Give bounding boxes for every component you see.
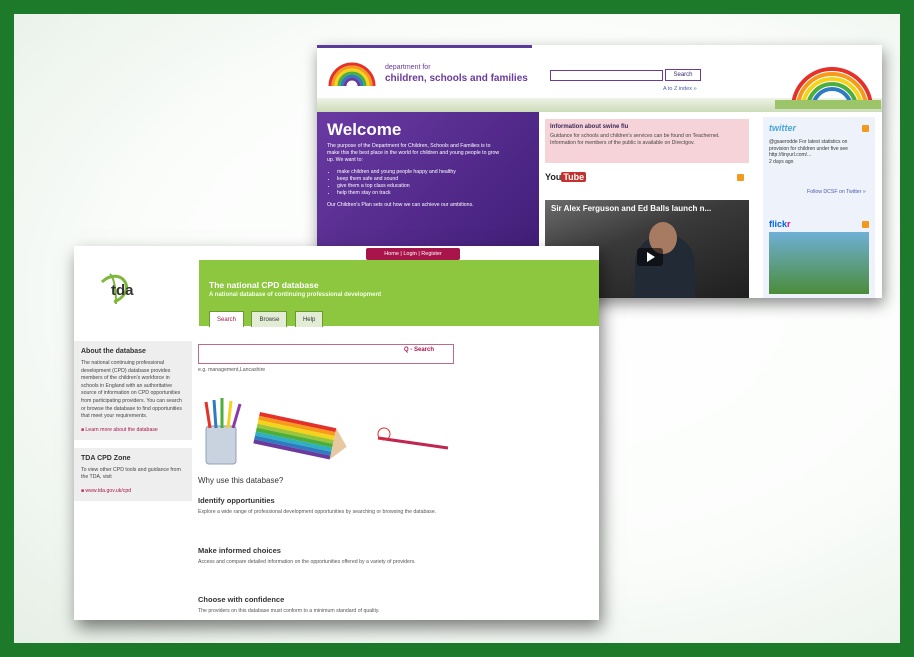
colouring-pencils-illustration-icon	[204, 398, 449, 465]
youtube-logo-tube: Tube	[561, 172, 587, 182]
dcsf-welcome-text: The purpose of the Department for Childr…	[327, 143, 500, 163]
dcsf-header: department for children, schools and fam…	[317, 48, 882, 112]
dcsf-tweet: @gsaerodde For latest statistics on prov…	[769, 139, 865, 165]
dcsf-tweet-time: 2 days ago	[769, 158, 794, 165]
flickr-logo-icon: flickr	[769, 219, 791, 229]
tab-browse[interactable]: Browse	[251, 311, 288, 327]
tda-zone-box: TDA CPD Zone To view other CPD tools and…	[74, 447, 192, 501]
tda-feature-title: Identify opportunities	[198, 496, 275, 505]
dcsf-welcome-tail: Our Children's Plan sets out how we can …	[327, 202, 474, 208]
twitter-logo-icon: twitter	[769, 123, 796, 133]
rainbow-logo-icon	[328, 62, 376, 87]
dcsf-flu-title: Information about swine flu	[550, 124, 629, 130]
tda-feature-text: The providers on this database must conf…	[198, 608, 380, 614]
rss-icon[interactable]	[862, 125, 869, 132]
dcsf-search-input[interactable]	[550, 70, 663, 81]
dcsf-welcome-list: make children and young people happy and…	[337, 169, 529, 197]
flickr-logo-b: r	[787, 219, 791, 229]
tda-logo-text: tda	[111, 282, 134, 299]
tda-feature-title: Choose with confidence	[198, 595, 285, 604]
flickr-photo[interactable]	[769, 232, 869, 294]
rss-icon[interactable]	[737, 174, 744, 181]
dcsf-flu-text: Guidance for schools and children's serv…	[550, 133, 720, 146]
youtube-logo-icon: You Tube	[545, 172, 605, 186]
tda-banner: The national CPD database A national dat…	[199, 260, 599, 327]
tda-site-subtitle: A national database of continuing profes…	[209, 292, 382, 298]
tda-zone-link[interactable]: www.tda.gov.uk/cpd	[81, 488, 185, 494]
dcsf-welcome-heading: Welcome	[327, 120, 402, 139]
tda-about-box: About the database The national continui…	[74, 341, 192, 440]
tda-search-button[interactable]: Q - Search	[404, 347, 434, 353]
tda-about-text: The national continuing professional dev…	[81, 360, 182, 420]
tda-feature-text: Access and compare detailed information …	[198, 559, 416, 565]
dcsf-video-title: Sir Alex Ferguson and Ed Balls launch n.…	[551, 204, 712, 213]
tda-zone-text: To view other CPD tools and guidance fro…	[81, 466, 181, 481]
dcsf-right-column: twitter @gsaerodde For latest statistics…	[763, 117, 875, 298]
dcsf-brand-line1: department for	[385, 64, 431, 71]
dcsf-swine-flu-notice: Information about swine flu Guidance for…	[545, 119, 749, 163]
tda-site-title: The national CPD database	[209, 280, 319, 290]
tab-help[interactable]: Help	[294, 311, 324, 327]
list-item: make children and young people happy and…	[337, 169, 529, 176]
list-item: help them stay on track	[337, 190, 529, 197]
tda-account-nav[interactable]: Home | Login | Register	[366, 248, 460, 260]
list-item: give them a top class education	[337, 183, 529, 190]
tda-feature-text: Explore a wide range of professional dev…	[198, 509, 437, 515]
dcsf-tweet-text: @gsaerodde For latest statistics on prov…	[769, 139, 848, 158]
tda-about-link[interactable]: Learn more about the database	[81, 427, 185, 433]
tab-search[interactable]: Search	[209, 311, 245, 327]
tda-feature-title: Make informed choices	[198, 546, 281, 555]
list-item: keep them safe and sound	[337, 176, 529, 183]
youtube-logo-you: You	[545, 172, 562, 182]
dcsf-a-to-z-link[interactable]: A to Z index »	[663, 86, 697, 92]
rainbow-illustration-icon	[775, 67, 881, 109]
tda-about-heading: About the database	[81, 348, 146, 355]
tda-feature: Make informed choices Access and compare…	[198, 546, 458, 567]
tda-feature: Choose with confidence The providers on …	[198, 595, 458, 616]
tda-website-screenshot: tda Home | Login | Register The national…	[74, 246, 599, 620]
dcsf-twitter-follow-link[interactable]: Follow DCSF on Twitter »	[807, 189, 866, 195]
tda-search-example: e.g. management,Lancashire	[198, 367, 266, 373]
dcsf-search-button[interactable]: Search	[665, 69, 701, 81]
flickr-logo-a: flick	[769, 219, 788, 229]
play-icon[interactable]	[637, 248, 663, 266]
tda-why-heading: Why use this database?	[198, 476, 284, 485]
dcsf-brand-line2: children, schools and families	[385, 73, 528, 84]
rss-icon[interactable]	[862, 221, 869, 228]
tda-sidebar: About the database The national continui…	[74, 341, 192, 620]
tda-tabs: Search Browse Help	[209, 308, 326, 327]
tda-feature: Identify opportunities Explore a wide ra…	[198, 496, 458, 517]
tda-zone-heading: TDA CPD Zone	[81, 454, 131, 462]
